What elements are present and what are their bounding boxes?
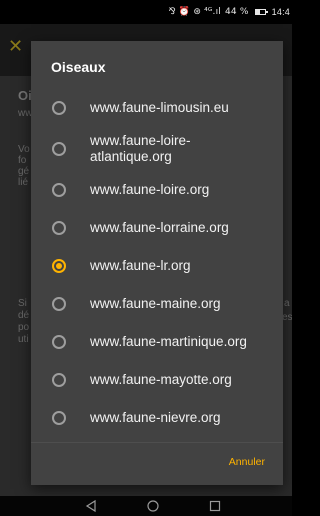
radio-icon[interactable] [52,142,66,156]
bg-line: fo [18,155,27,166]
radio-icon[interactable] [52,183,66,197]
option-faune-martinique[interactable]: www.faune-martinique.org [31,323,283,361]
status-time: 14:4 [271,7,290,17]
option-faune-loire-atlantique[interactable]: www.faune-loire-atlantique.org [31,127,283,171]
site-picker-dialog: Oiseaux www.faune-limousin.eu www.faune-… [31,41,283,485]
cancel-button[interactable]: Annuler [225,453,269,471]
square-recent-icon[interactable] [208,499,222,513]
option-label: www.faune-mayotte.org [90,372,232,387]
circle-home-icon[interactable] [146,499,160,513]
option-faune-loire[interactable]: www.faune-loire.org [31,171,283,209]
battery-icon [254,9,268,15]
radio-icon[interactable] [52,373,66,387]
option-faune-nievre[interactable]: www.faune-nievre.org [31,399,283,437]
dialog-title: Oiseaux [51,59,106,75]
option-label: www.faune-nievre.org [90,410,221,425]
radio-icon[interactable] [52,411,66,425]
option-faune-mayotte[interactable]: www.faune-mayotte.org [31,361,283,399]
bg-line: gé [18,166,30,177]
option-faune-lr[interactable]: www.faune-lr.org [31,247,283,285]
option-label: www.faune-lorraine.org [90,220,229,235]
status-bar: ⅋ ⏰ ⊛ ⁴ᴳ.ıl 44 % 14:4 [0,0,292,24]
battery-percent: 44 % [225,7,249,17]
bg-right-fragment: es [282,312,292,323]
radio-icon[interactable] [52,335,66,349]
back-arrow-icon[interactable]: ✕ [8,36,23,57]
bg-line: uti [18,334,29,345]
option-list: www.faune-limousin.eu www.faune-loire-at… [31,89,283,437]
radio-icon[interactable] [52,297,66,311]
radio-icon[interactable] [52,221,66,235]
bg-line: Si [18,298,27,309]
status-icons: ⅋ ⏰ ⊛ ⁴ᴳ.ıl [168,7,221,17]
bg-line: Vo [18,144,30,155]
navigation-bar [0,496,292,516]
option-faune-limousin[interactable]: www.faune-limousin.eu [31,89,283,127]
dialog-divider [31,442,283,443]
triangle-back-icon[interactable] [84,499,98,513]
option-label: www.faune-martinique.org [90,334,247,349]
screen: ⅋ ⏰ ⊛ ⁴ᴳ.ıl 44 % 14:4 ✕ Oi ww Vo fo gé l… [0,0,292,516]
radio-icon[interactable] [52,101,66,115]
bg-line: po [18,322,30,333]
bg-right-fragment: a [284,298,290,309]
option-label: www.faune-limousin.eu [90,100,229,115]
option-label: www.faune-loire-atlantique.org [90,133,191,164]
option-label: www.faune-loire.org [90,182,210,197]
option-faune-maine[interactable]: www.faune-maine.org [31,285,283,323]
bg-header: Oi [18,88,32,103]
option-label: www.faune-lr.org [90,258,191,273]
option-faune-lorraine[interactable]: www.faune-lorraine.org [31,209,283,247]
bg-line: lié [18,177,29,188]
bg-line: dé [18,310,30,321]
radio-selected-icon[interactable] [52,259,66,273]
option-label: www.faune-maine.org [90,296,221,311]
